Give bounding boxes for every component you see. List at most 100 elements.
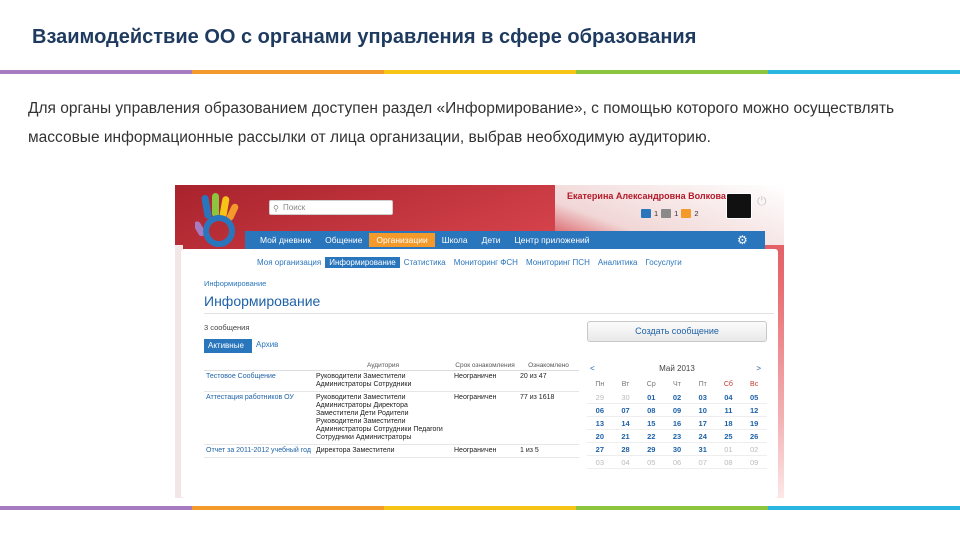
nav-my-diary[interactable]: Мой дневник	[253, 233, 318, 247]
header-notifications: 1 1 2	[641, 209, 699, 218]
calendar-day[interactable]: 28	[612, 443, 639, 456]
events-count: 2	[694, 209, 699, 218]
calendar-day[interactable]: 30	[664, 443, 690, 456]
calendar-day[interactable]: 14	[612, 417, 639, 430]
calendar-next-button[interactable]: >	[756, 364, 761, 373]
column-header-name	[204, 361, 314, 371]
logout-icon[interactable]: ⏻	[757, 195, 769, 207]
calendar-header: < Май 2013 >	[587, 364, 767, 376]
calendar-day[interactable]: 31	[689, 443, 716, 456]
sub-nav: Моя организация Информирование Статистик…	[253, 257, 686, 268]
calendar-day[interactable]: 29	[587, 391, 613, 404]
nav-school[interactable]: Школа	[435, 233, 475, 247]
calendar-day[interactable]: 10	[689, 404, 716, 417]
calendar-day[interactable]: 30	[612, 391, 639, 404]
create-message-button[interactable]: Создать сообщение	[587, 321, 767, 342]
calendar-day[interactable]: 05	[638, 456, 665, 469]
column-header-term: Срок ознакомления	[452, 361, 518, 371]
subnav-my-organization[interactable]: Моя организация	[253, 257, 325, 268]
search-input[interactable]: ⚲ Поиск	[269, 200, 393, 215]
table-row: Аттестация работников ОУ Руководители За…	[204, 391, 579, 445]
subnav-monitoring-fsn[interactable]: Мониторинг ФСН	[450, 257, 522, 268]
friends-count: 1	[674, 209, 679, 218]
calendar-day[interactable]: 11	[715, 404, 742, 417]
tab-archive[interactable]: Архив	[256, 340, 278, 349]
calendar-day[interactable]: 17	[689, 417, 716, 430]
calendar-day[interactable]: 22	[638, 430, 665, 443]
calendar-weekday: Вс	[750, 381, 759, 388]
calendar-day[interactable]: 01	[715, 443, 742, 456]
nav-communication[interactable]: Общение	[318, 233, 369, 247]
calendar-day[interactable]: 12	[741, 404, 767, 417]
nav-app-center[interactable]: Центр приложений	[507, 233, 596, 247]
calendar-day[interactable]: 08	[715, 456, 742, 469]
calendar-day[interactable]: 13	[587, 417, 613, 430]
message-link[interactable]: Отчет за 2011-2012 учебный год	[204, 444, 314, 458]
calendar-day[interactable]: 24	[689, 430, 716, 443]
subnav-analytics[interactable]: Аналитика	[594, 257, 642, 268]
calendar-day[interactable]: 04	[715, 391, 742, 404]
calendar-day[interactable]: 07	[612, 404, 639, 417]
calendar-day[interactable]: 02	[664, 391, 690, 404]
stripe-segment	[384, 70, 576, 74]
calendar-prev-button[interactable]: <	[590, 364, 595, 373]
subnav-statistics[interactable]: Статистика	[400, 257, 450, 268]
message-link[interactable]: Тестовое Сообщение	[204, 370, 314, 392]
calendar-day[interactable]: 01	[638, 391, 665, 404]
color-stripe-bottom	[0, 506, 960, 510]
calendar-day[interactable]: 07	[689, 456, 716, 469]
calendar-day[interactable]: 08	[638, 404, 665, 417]
stripe-segment	[384, 506, 576, 510]
mail-icon[interactable]	[641, 209, 651, 218]
calendar-day[interactable]: 03	[689, 391, 716, 404]
calendar-day[interactable]: 26	[741, 430, 767, 443]
calendar-day[interactable]: 02	[741, 443, 767, 456]
read-cell: 20 из 47	[518, 370, 579, 392]
message-link[interactable]: Аттестация работников ОУ	[204, 391, 314, 445]
subnav-monitoring-psn[interactable]: Мониторинг ПСН	[522, 257, 594, 268]
mail-count: 1	[654, 209, 659, 218]
calendar-day[interactable]: 04	[612, 456, 639, 469]
column-header-read: Ознакомлено	[518, 361, 579, 371]
term-cell: Неограничен	[452, 370, 518, 392]
messages-table: Аудитория Срок ознакомления Ознакомлено …	[204, 361, 579, 458]
user-name-link[interactable]: Екатерина Александровна Волкова	[567, 191, 726, 201]
calendar-day[interactable]: 25	[715, 430, 742, 443]
calendar-day[interactable]: 03	[587, 456, 613, 469]
calendar-day[interactable]: 05	[741, 391, 767, 404]
calendar-day[interactable]: 27	[587, 443, 613, 456]
calendar-day[interactable]: 19	[741, 417, 767, 430]
table-row: Тестовое Сообщение Руководители Заместит…	[204, 370, 579, 392]
calendar-weekday: Пт	[698, 381, 707, 388]
read-cell: 1 из 5	[518, 444, 579, 458]
nav-organizations[interactable]: Организации	[369, 233, 435, 247]
dnevnik-logo-icon	[195, 193, 239, 247]
calendar-day[interactable]: 06	[664, 456, 690, 469]
settings-gear-icon[interactable]: ⚙	[737, 233, 748, 247]
calendar-day[interactable]: 09	[664, 404, 690, 417]
nav-children[interactable]: Дети	[475, 233, 508, 247]
calendar-weekday: Чт	[673, 381, 681, 388]
friends-icon[interactable]	[661, 209, 672, 218]
calendar-day[interactable]: 18	[715, 417, 742, 430]
tab-active[interactable]: Активные	[204, 339, 252, 353]
calendar-day[interactable]: 16	[664, 417, 690, 430]
subnav-gosuslugi[interactable]: Госуслуги	[641, 257, 685, 268]
search-placeholder: Поиск	[283, 203, 306, 212]
page-title: Информирование	[204, 293, 321, 309]
audience-cell: Руководители Заместители Администраторы …	[314, 391, 452, 445]
calendar-day[interactable]: 09	[741, 456, 767, 469]
slide-paragraph: Для органы управления образованием досту…	[28, 100, 895, 146]
calendar-day[interactable]: 15	[638, 417, 665, 430]
calendar-weekday: Ср	[646, 381, 656, 388]
events-icon[interactable]	[681, 209, 692, 218]
avatar[interactable]	[726, 193, 752, 219]
breadcrumb[interactable]: Информирование	[204, 279, 266, 288]
calendar-day[interactable]: 06	[587, 404, 613, 417]
calendar-day[interactable]: 23	[664, 430, 690, 443]
subnav-informing[interactable]: Информирование	[325, 257, 400, 268]
calendar-day[interactable]: 20	[587, 430, 613, 443]
calendar-weekday: Пн	[595, 381, 605, 388]
calendar-day[interactable]: 29	[638, 443, 665, 456]
calendar-day[interactable]: 21	[612, 430, 639, 443]
